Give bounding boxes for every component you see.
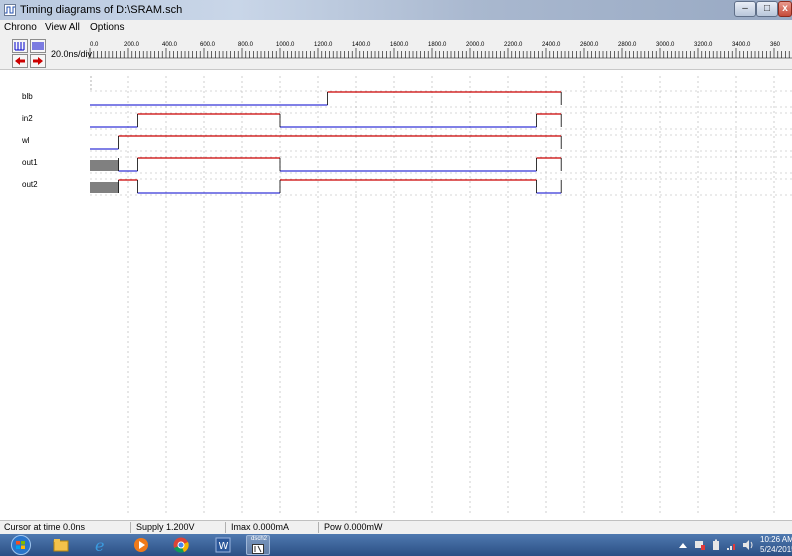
title-bar: Timing diagrams of D:\SRAM.sch – □ x bbox=[0, 0, 792, 20]
ruler-tick-label: 1800.0 bbox=[428, 42, 447, 48]
menu-bar: Chrono View All Options bbox=[0, 20, 792, 36]
status-divider bbox=[318, 522, 319, 533]
maximize-button[interactable]: □ bbox=[756, 1, 778, 17]
supply-status: Supply 1.200V bbox=[136, 522, 195, 532]
waveform-unknown-out1 bbox=[90, 160, 119, 171]
minimize-button[interactable]: – bbox=[734, 1, 756, 17]
time-scale-label: 20.0ns/div bbox=[51, 49, 93, 59]
scroll-left-button[interactable] bbox=[12, 54, 28, 68]
waveform-unknown-out2 bbox=[90, 182, 119, 193]
ruler-tick-label: 3000.0 bbox=[656, 42, 675, 48]
minimize-icon: – bbox=[742, 3, 748, 14]
menu-options[interactable]: Options bbox=[90, 22, 124, 33]
signal-strength-icon[interactable] bbox=[726, 539, 738, 551]
ruler-tick-label: 600.0 bbox=[200, 42, 216, 48]
status-bar: Cursor at time 0.0ns Supply 1.200V Imax … bbox=[0, 520, 792, 534]
ruler-tick-label: 3200.0 bbox=[694, 42, 713, 48]
zoom-in-icon bbox=[14, 42, 25, 51]
timing-plot-area[interactable]: blb in2 wl out1 out2 bbox=[0, 70, 792, 520]
ruler-tick-label: 1000.0 bbox=[276, 42, 295, 48]
menu-view-all[interactable]: View All bbox=[45, 22, 80, 33]
ruler-tick-label: 1600.0 bbox=[390, 42, 409, 48]
zoom-out-icon bbox=[32, 42, 44, 50]
ruler-tick-label: 400.0 bbox=[162, 42, 178, 48]
volume-icon[interactable] bbox=[742, 539, 754, 551]
scroll-right-button[interactable] bbox=[30, 54, 46, 68]
ruler-tick-label: 0.0 bbox=[90, 42, 99, 48]
ruler-tick-label: 2000.0 bbox=[466, 42, 485, 48]
svg-text:W: W bbox=[219, 541, 229, 552]
status-divider bbox=[130, 522, 131, 533]
dsch2-task-button[interactable]: dsch2 bbox=[246, 535, 270, 555]
file-explorer-icon[interactable] bbox=[52, 536, 70, 554]
dsch2-task-label: dsch2 bbox=[251, 536, 268, 542]
chrome-icon[interactable] bbox=[172, 536, 190, 554]
ruler-tick-label: 1200.0 bbox=[314, 42, 333, 48]
clock-date[interactable]: 5/24/2015 bbox=[760, 545, 792, 554]
arrow-right-icon bbox=[33, 57, 43, 65]
ruler-tick-label: 2400.0 bbox=[542, 42, 561, 48]
zoom-out-button[interactable] bbox=[30, 39, 46, 53]
power-status: Pow 0.000mW bbox=[324, 522, 383, 532]
time-ruler: 0.0 200.0 400.0 600.0 800.0 1000.0 1200.0 1400.… bbox=[88, 42, 792, 59]
dsch2-icon bbox=[252, 544, 264, 554]
toolbar: 20.0ns/div 0.0 200.0 400.0 600.0 800.0 1000.0… bbox=[0, 36, 792, 70]
imax-status: Imax 0.000mA bbox=[231, 522, 290, 532]
start-orb-icon[interactable] bbox=[8, 535, 34, 555]
zoom-in-button[interactable] bbox=[12, 39, 28, 53]
close-icon: x bbox=[782, 3, 788, 14]
app-icon bbox=[4, 4, 16, 16]
ruler-tick-label: 2800.0 bbox=[618, 42, 637, 48]
ruler-tick-label: 2600.0 bbox=[580, 42, 599, 48]
network-flag-icon[interactable] bbox=[694, 539, 706, 551]
arrow-left-icon bbox=[15, 57, 25, 65]
clock-time[interactable]: 10:26 AM bbox=[760, 535, 792, 544]
waveform-canvas[interactable] bbox=[0, 70, 792, 520]
taskbar: e W dsch2 10:26 AM 5/24/2015 bbox=[0, 534, 792, 556]
show-hidden-icons-icon[interactable] bbox=[678, 541, 688, 549]
ruler-tick-label: 1400.0 bbox=[352, 42, 371, 48]
svg-text:e: e bbox=[95, 536, 104, 554]
battery-icon[interactable] bbox=[712, 539, 720, 551]
internet-explorer-icon[interactable]: e bbox=[92, 536, 110, 554]
ruler-tick-label: 2200.0 bbox=[504, 42, 523, 48]
ruler-tick-label: 800.0 bbox=[238, 42, 254, 48]
ruler-tick-label: 360 bbox=[770, 42, 781, 48]
ruler-tick-label: 200.0 bbox=[124, 42, 140, 48]
menu-chrono[interactable]: Chrono bbox=[4, 22, 37, 33]
close-button[interactable]: x bbox=[778, 1, 792, 17]
media-player-icon[interactable] bbox=[132, 536, 150, 554]
word-icon[interactable]: W bbox=[214, 536, 232, 554]
ruler-tick-label: 3400.0 bbox=[732, 42, 751, 48]
status-divider bbox=[225, 522, 226, 533]
window-title: Timing diagrams of D:\SRAM.sch bbox=[20, 4, 183, 16]
maximize-icon: □ bbox=[763, 3, 771, 14]
cursor-time-status: Cursor at time 0.0ns bbox=[4, 522, 86, 532]
